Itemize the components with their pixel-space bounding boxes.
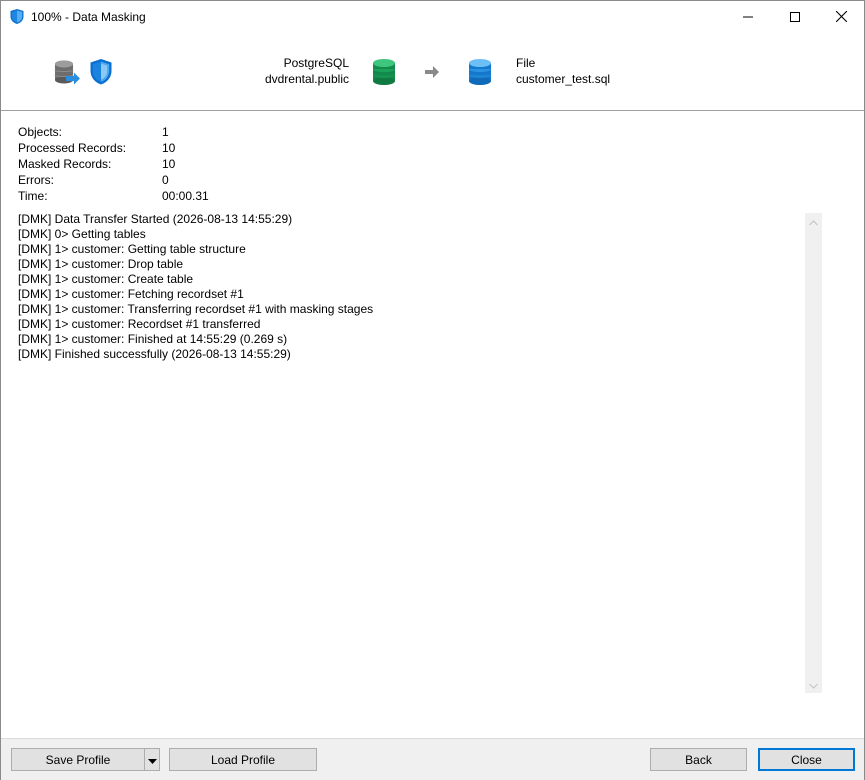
close-button[interactable]: Close [758,748,855,771]
stat-masked-records: Masked Records: 10 [18,156,209,172]
arrow-right-icon [424,64,440,80]
load-profile-button[interactable]: Load Profile [169,748,317,771]
stat-value: 10 [162,141,176,155]
log-line: [DMK] Finished successfully (2026-08-13 … [18,347,291,361]
log-line: [DMK] 1> customer: Fetching recordset #1 [18,287,244,301]
log-line: [DMK] 1> customer: Recordset #1 transfer… [18,317,261,331]
minimize-button[interactable] [725,1,771,32]
shield-icon [89,58,113,86]
transfer-header: PostgreSQL dvdrental.public File custome… [1,32,864,110]
log-line: [DMK] Data Transfer Started (2026-08-13 … [18,212,293,226]
log-line: [DMK] 1> customer: Drop table [18,257,184,271]
maximize-icon [790,11,800,22]
window-title: 100% - Data Masking [31,10,146,24]
stat-errors: Errors: 0 [18,172,209,188]
log-line: [DMK] 0> Getting tables [18,227,146,241]
log-line: [DMK] 1> customer: Finished at 14:55:29 … [18,332,288,346]
database-green-icon [372,58,396,86]
destination-type: File [516,56,536,70]
database-export-icon [53,59,81,87]
stat-label: Time: [18,189,48,203]
stat-processed-records: Processed Records: 10 [18,140,209,156]
stat-value: 10 [162,157,176,171]
minimize-icon [743,12,753,22]
save-profile-dropdown-button[interactable] [144,748,160,771]
stat-label: Objects: [18,125,63,139]
log-line: [DMK] 1> customer: Getting table structu… [18,242,246,256]
source-type: PostgreSQL [283,56,349,70]
shield-icon [9,8,25,25]
back-button[interactable]: Back [650,748,747,771]
header-divider [1,110,864,111]
scroll-down-button[interactable] [805,676,822,693]
title-bar: 100% - Data Masking [1,1,864,32]
log-line: [DMK] 1> customer: Transferring recordse… [18,302,374,316]
data-masking-window: 100% - Data Masking PostgreSQL dvdrental… [0,0,865,780]
source-name: dvdrental.public [264,72,349,86]
transfer-stats: Objects: 1 Processed Records: 10 Masked … [18,124,209,204]
chevron-down-icon [809,678,818,692]
chevron-up-icon [809,215,818,229]
close-icon [835,11,847,22]
stat-label: Processed Records: [18,141,127,155]
stat-value: 0 [162,173,169,187]
log-scrollbar[interactable] [805,213,822,693]
caret-down-icon [147,753,157,767]
close-window-button[interactable] [818,1,864,32]
scroll-up-button[interactable] [805,213,822,230]
destination-name: customer_test.sql [516,72,611,86]
database-blue-icon [468,58,492,86]
save-profile-button[interactable]: Save Profile [11,748,145,771]
stat-time: Time: 00:00.31 [18,188,209,204]
log-output[interactable]: [DMK] Data Transfer Started (2026-08-13 … [18,212,804,692]
source-info: PostgreSQL dvdrental.public [265,55,349,87]
maximize-button[interactable] [772,1,818,32]
stat-value: 00:00.31 [162,189,209,203]
stat-value: 1 [162,125,169,139]
log-line: [DMK] 1> customer: Create table [18,272,194,286]
destination-info: File customer_test.sql [516,55,610,87]
stat-label: Errors: [18,173,54,187]
footer-bar: Save Profile Load Profile Back Close [1,738,864,780]
stat-objects: Objects: 1 [18,124,209,140]
stat-label: Masked Records: [18,157,112,171]
